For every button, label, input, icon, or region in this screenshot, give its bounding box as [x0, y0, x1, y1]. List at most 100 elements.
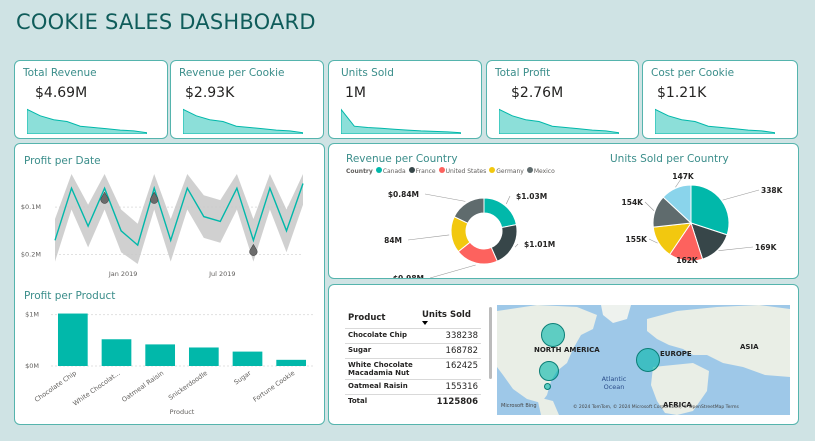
- bar: [145, 344, 176, 366]
- kpi-card-cost-per-cookie[interactable]: Cost per Cookie $1.21K: [642, 60, 798, 139]
- y-tick-label: $0M: [25, 362, 39, 370]
- product-cell: Chocolate Chip: [345, 328, 419, 344]
- x-tick-label: Oatmeal Raisin: [120, 369, 165, 404]
- kpi-label: Revenue per Cookie: [179, 67, 285, 79]
- kpi-label: Total Profit: [495, 67, 551, 79]
- kpi-value: $4.69M: [35, 85, 88, 101]
- kpi-card-units-sold[interactable]: Units Sold 1M: [328, 60, 482, 139]
- legend-item-germany[interactable]: Germany: [489, 167, 524, 175]
- table-row[interactable]: Chocolate Chip 338238: [345, 328, 481, 344]
- kpi-label: Total Revenue: [23, 67, 97, 79]
- table-scrollbar[interactable]: [489, 307, 492, 379]
- bar: [57, 313, 88, 366]
- kpi-value: $2.76M: [511, 85, 564, 101]
- total-label: Total: [345, 394, 419, 409]
- bar: [101, 339, 132, 366]
- leader-line: [644, 201, 655, 211]
- data-label: 169K: [755, 243, 778, 252]
- leader-line: [424, 193, 466, 202]
- leader-line: [722, 189, 760, 201]
- leader-line: [429, 264, 476, 278]
- profit-per-product-title: Profit per Product: [24, 290, 116, 302]
- kpi-card-total-revenue[interactable]: Total Revenue $4.69M: [14, 60, 168, 139]
- legend-item-united-states[interactable]: United States: [438, 167, 486, 175]
- data-label: $0.84M: [384, 236, 402, 245]
- profit-per-date-chart[interactable]: $0.2M $0.1M Jan 2019 Jul 2019: [15, 168, 315, 288]
- x-tick-label: Jan 2019: [108, 270, 138, 278]
- country-legend: Country Canada France United States Germ…: [346, 167, 555, 175]
- data-label: 338K: [761, 186, 784, 195]
- sparkline-area: [499, 108, 619, 134]
- revenue-per-country-donut[interactable]: $1.03M $1.01M $0.98M $0.84M $0.84M: [384, 179, 584, 279]
- units-table: Product Units Sold Chocolate Chip 338238 …: [345, 307, 481, 409]
- leader-line: [407, 234, 450, 241]
- units-per-country-title: Units Sold per Country: [610, 153, 729, 165]
- data-label: $0.98M: [393, 274, 424, 279]
- data-label: 162K: [676, 256, 699, 265]
- data-label: 147K: [672, 172, 695, 181]
- map-bubble-mexico[interactable]: [544, 383, 551, 390]
- col-header-units-sold[interactable]: Units Sold: [419, 307, 481, 329]
- units-cell: 155316: [419, 379, 481, 395]
- kpi-label: Units Sold: [341, 67, 394, 79]
- bar: [276, 359, 307, 366]
- map-label-europe: EUROPE: [660, 350, 692, 358]
- forecast-band: [55, 174, 303, 264]
- table-row[interactable]: Sugar 168782: [345, 343, 481, 359]
- legend-item-france[interactable]: France: [408, 167, 436, 175]
- profit-per-date-title: Profit per Date: [24, 155, 101, 167]
- country-panel: Revenue per Country Country Canada Franc…: [328, 143, 799, 279]
- table-row[interactable]: Oatmeal Raisin 155316: [345, 379, 481, 395]
- country-map[interactable]: NORTH AMERICA EUROPE ASIA AFRICA Atlanti…: [497, 305, 790, 415]
- sparkline-area: [183, 108, 303, 134]
- data-label: $1.01M: [524, 240, 555, 249]
- map-bubble-canada[interactable]: [541, 323, 565, 347]
- table-row[interactable]: White Chocolate Macadamia Nut 162425: [345, 358, 481, 380]
- x-axis-label: Product: [170, 408, 195, 416]
- data-label: $0.84M: [388, 190, 419, 199]
- units-cell: 168782: [419, 343, 481, 359]
- sparkline-area: [655, 108, 775, 134]
- map-label-ocean: Atlantic Ocean: [601, 375, 627, 391]
- map-bubble-united-states[interactable]: [539, 361, 559, 381]
- kpi-card-total-profit[interactable]: Total Profit $2.76M: [486, 60, 639, 139]
- x-tick-label: Chocolate Chip: [33, 369, 78, 404]
- product-cell: Sugar: [345, 343, 419, 359]
- kpi-value: 1M: [345, 85, 366, 101]
- x-tick-label: Jul 2019: [208, 270, 235, 278]
- leader-line: [514, 243, 519, 248]
- revenue-per-country-title: Revenue per Country: [346, 153, 458, 165]
- y-tick-label: $0.1M: [21, 203, 41, 211]
- sparkline-area: [27, 108, 147, 134]
- map-brand: Microsoft Bing: [501, 403, 537, 409]
- kpi-card-revenue-per-cookie[interactable]: Revenue per Cookie $2.93K: [170, 60, 324, 139]
- data-label: 155K: [626, 235, 649, 244]
- legend-item-mexico[interactable]: Mexico: [526, 167, 555, 175]
- units-cell: 162425: [419, 358, 481, 380]
- col-header-product[interactable]: Product: [345, 307, 419, 329]
- sparkline-area: [341, 108, 461, 134]
- y-tick-label: $0.2M: [21, 251, 41, 259]
- kpi-sparkline: [183, 108, 303, 134]
- donut-slice: [483, 197, 517, 229]
- bar: [232, 351, 263, 366]
- map-label-north-america: NORTH AMERICA: [534, 346, 600, 354]
- leader-line: [718, 246, 754, 251]
- kpi-sparkline: [655, 108, 775, 134]
- map-attribution: © 2024 TomTom, © 2024 Microsoft Corporat…: [573, 405, 739, 410]
- kpi-value: $1.21K: [657, 85, 707, 101]
- profit-per-product-chart[interactable]: $1M $0MChocolate ChipWhite Chocolat...Oat…: [15, 304, 320, 424]
- legend-item-canada[interactable]: Canada: [375, 167, 406, 175]
- total-value: 1125806: [419, 394, 481, 409]
- units-per-country-pie[interactable]: 338K 169K 162K 155K 154K 147K: [611, 168, 791, 278]
- kpi-value: $2.93K: [185, 85, 235, 101]
- sort-desc-icon: [422, 321, 428, 325]
- product-cell: Oatmeal Raisin: [345, 379, 419, 395]
- map-bubble-europe[interactable]: [636, 348, 660, 372]
- legend-title: Country: [346, 167, 373, 175]
- left-panel: Profit per Date $0.2M $0.1M Jan 2019 Jul 20…: [14, 143, 325, 425]
- units-cell: 338238: [419, 328, 481, 344]
- kpi-label: Cost per Cookie: [651, 67, 735, 79]
- x-tick-label: White Chocolat...: [71, 369, 121, 408]
- kpi-sparkline: [27, 108, 147, 134]
